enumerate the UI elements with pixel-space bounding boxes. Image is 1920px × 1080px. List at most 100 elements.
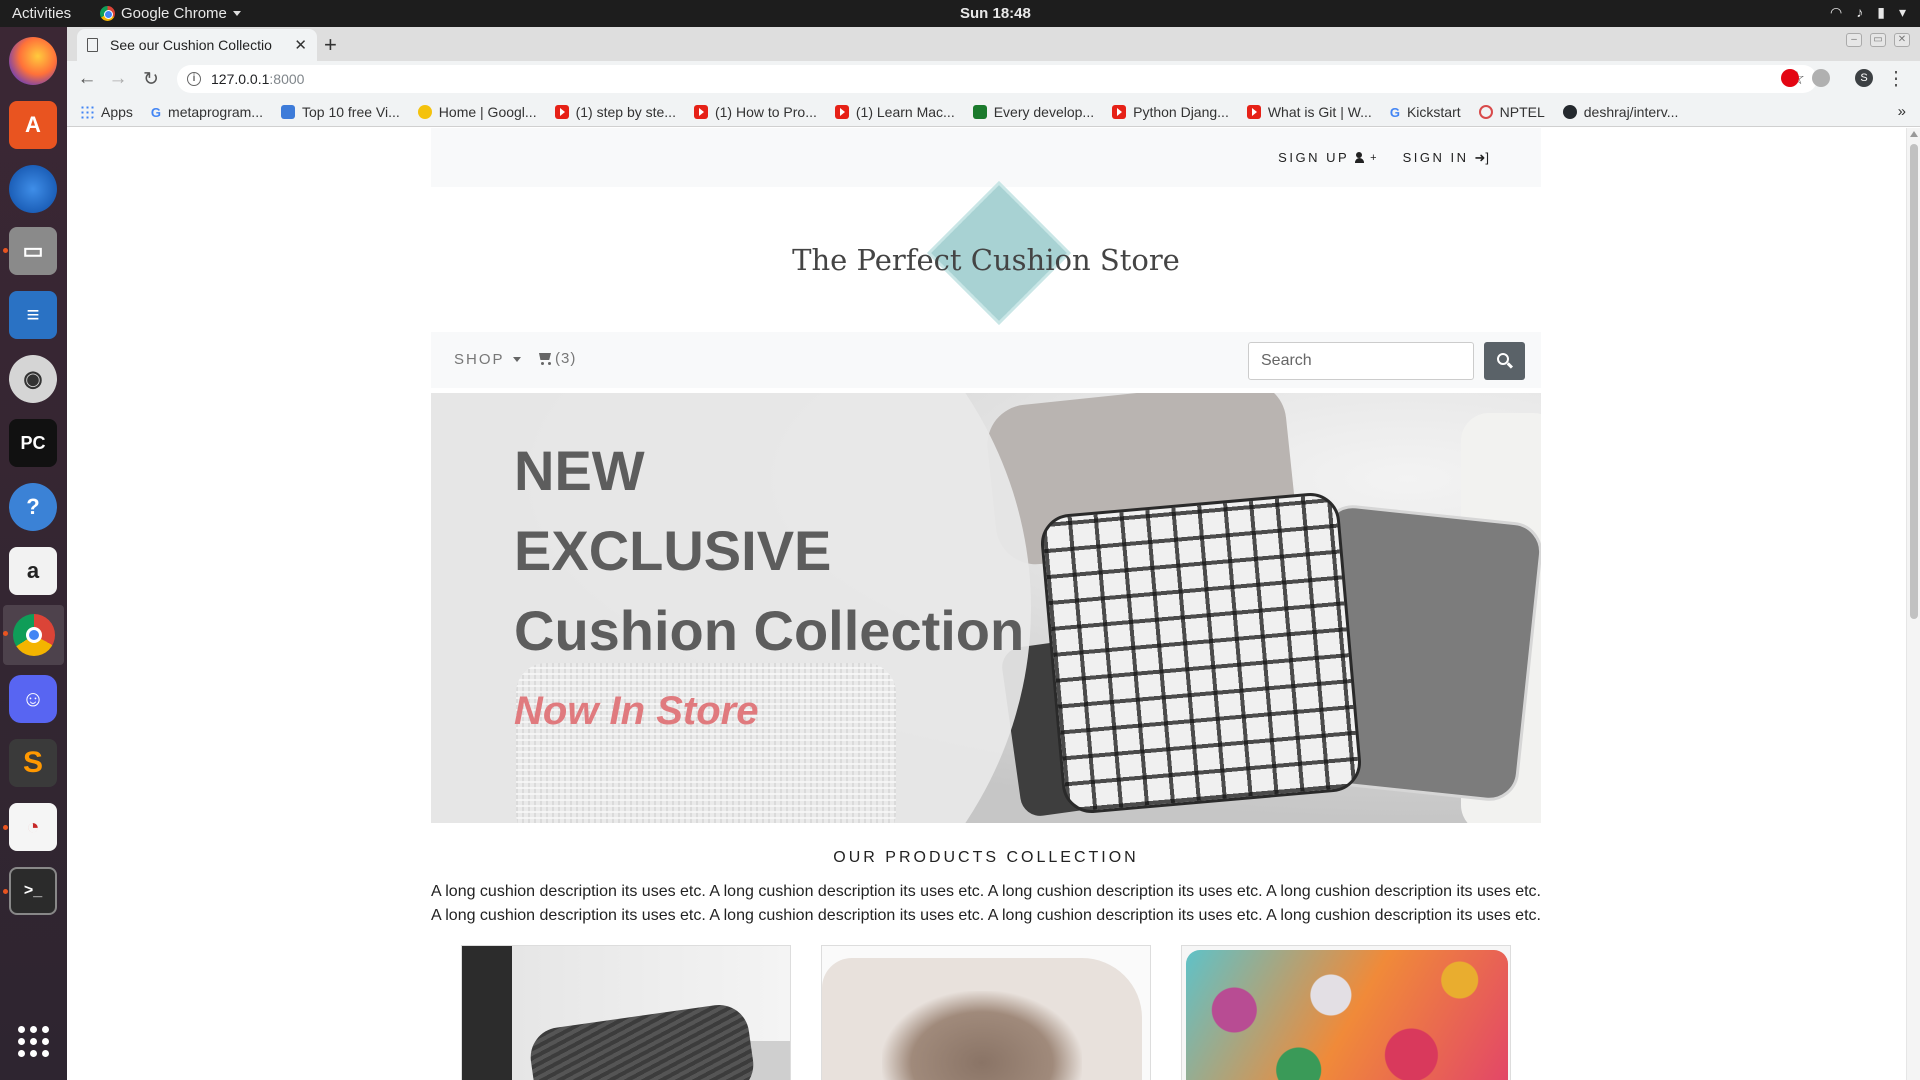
page-scrollbar[interactable]: [1906, 128, 1920, 1080]
store-logo[interactable]: The Perfect Cushion Store: [431, 185, 1541, 332]
profile-avatar[interactable]: S: [1855, 69, 1873, 87]
store-navbar: SHOP (3): [431, 332, 1541, 388]
auth-bar: SIGN UP + SIGN IN ➜]: [431, 128, 1541, 187]
hero-line-now-in-store: Now In Store: [514, 689, 759, 733]
running-indicator: [3, 631, 8, 636]
extension-icon[interactable]: [1812, 69, 1830, 87]
bookmark-item[interactable]: G Kickstart: [1390, 104, 1461, 120]
bookmark-item[interactable]: Gmetaprogram...: [151, 104, 263, 120]
writer-icon[interactable]: ≡: [9, 291, 57, 339]
sign-in-link[interactable]: SIGN IN ➜]: [1403, 150, 1489, 166]
site-icon: [972, 104, 987, 119]
sign-in-icon: ➜]: [1474, 149, 1489, 165]
power-menu-icon: ▾: [1898, 4, 1906, 20]
address-bar[interactable]: i 127.0.0.1:8000 ☆: [177, 65, 1817, 93]
bookmark-label: metaprogram...: [168, 103, 263, 120]
close-window-button[interactable]: ✕: [1894, 33, 1910, 47]
shopping-cart-icon: [537, 352, 553, 365]
ubuntu-software-icon[interactable]: A: [9, 101, 57, 149]
youtube-icon: [1246, 104, 1261, 119]
shop-dropdown[interactable]: SHOP: [454, 351, 521, 368]
close-icon[interactable]: ✕: [294, 36, 307, 54]
nptel-icon: [1478, 104, 1493, 119]
back-arrow-icon[interactable]: ←: [73, 65, 101, 93]
menu-dots-icon[interactable]: ⋮: [1882, 65, 1910, 93]
product-card[interactable]: [1181, 945, 1511, 1080]
app-menu-label: Google Chrome: [121, 5, 227, 22]
cart-link[interactable]: (3): [537, 350, 576, 367]
store-page: SIGN UP + SIGN IN ➜] The Perfect Cushion…: [431, 128, 1541, 1080]
sublime-text-icon[interactable]: S: [9, 739, 57, 787]
chrome-dock-item[interactable]: [3, 605, 64, 665]
new-tab-button[interactable]: +: [324, 32, 337, 58]
maximize-button[interactable]: ▭: [1870, 33, 1886, 47]
tab-title: See our Cushion Collectio: [110, 37, 272, 53]
dock: A ▭ ≡ ◉ PC ? a ☺ S ◔ >_: [0, 27, 67, 1080]
bookmark-item[interactable]: (1) How to Pro...: [693, 104, 817, 120]
sign-up-link[interactable]: SIGN UP +: [1278, 150, 1376, 165]
document-viewer-icon[interactable]: ◔: [9, 803, 57, 851]
thunderbird-icon[interactable]: [9, 165, 57, 213]
bookmark-item[interactable]: NPTEL: [1478, 103, 1545, 120]
youtube-icon: [1112, 104, 1127, 119]
bookmark-label: What is Git | W...: [1267, 103, 1372, 120]
hero-banner[interactable]: NEW EXCLUSIVE Cushion Collection Now In …: [431, 393, 1541, 823]
bookmarks-overflow-button[interactable]: »: [1898, 103, 1906, 120]
bookmark-item[interactable]: Home | Googl...: [417, 104, 537, 120]
search-button[interactable]: [1484, 342, 1525, 380]
product-card[interactable]: [821, 945, 1151, 1080]
search-input[interactable]: [1248, 342, 1474, 380]
system-top-bar: Activities Google Chrome Sun 18:48 ◠ ♪ ▮…: [0, 0, 1920, 27]
bookmark-label: Top 10 free Vi...: [301, 103, 400, 120]
clock[interactable]: Sun 18:48: [960, 5, 1031, 22]
cart-count: (3): [555, 350, 577, 367]
bookmark-item[interactable]: What is Git | W...: [1246, 103, 1372, 120]
bookmark-label: (1) Learn Mac...: [855, 103, 955, 120]
terminal-icon[interactable]: >_: [9, 867, 57, 915]
bookmark-item[interactable]: Python Djang...: [1112, 104, 1229, 120]
rhythmbox-icon[interactable]: ◉: [9, 355, 57, 403]
minimize-button[interactable]: –: [1846, 33, 1862, 47]
browser-toolbar: ← → ↻ i 127.0.0.1:8000 ☆ S ⋮: [67, 61, 1920, 97]
files-icon[interactable]: ▭: [9, 227, 57, 275]
scrollbar-thumb[interactable]: [1910, 144, 1918, 619]
show-applications-button[interactable]: [9, 1017, 57, 1065]
amazon-icon[interactable]: a: [9, 547, 57, 595]
bookmark-item[interactable]: (1) step by ste...: [554, 104, 676, 120]
search-icon: [1496, 353, 1509, 365]
window-controls: – ▭ ✕: [1846, 33, 1910, 47]
browser-tab[interactable]: See our Cushion Collectio ✕: [77, 29, 317, 61]
bookmark-label: NPTEL: [1499, 103, 1545, 120]
shop-label: SHOP: [454, 351, 505, 368]
product-card[interactable]: [461, 945, 791, 1080]
opera-extension-icon[interactable]: [1781, 69, 1799, 87]
discord-icon[interactable]: ☺: [9, 675, 57, 723]
wifi-icon: ◠: [1830, 4, 1843, 20]
pycharm-icon[interactable]: PC: [9, 419, 57, 467]
scroll-up-arrow-icon[interactable]: [1910, 131, 1918, 137]
system-tray[interactable]: ◠ ♪ ▮ ▾: [1830, 4, 1906, 21]
activities-button[interactable]: Activities: [12, 5, 71, 22]
forward-arrow-icon[interactable]: →: [104, 65, 132, 93]
url-port: :8000: [269, 71, 305, 87]
chrome-icon: [100, 6, 115, 21]
running-indicator: [3, 825, 8, 830]
bookmark-item[interactable]: Top 10 free Vi...: [280, 103, 400, 120]
hero-line-new: NEW: [514, 439, 645, 502]
app-menu[interactable]: Google Chrome: [100, 5, 241, 22]
bookmark-item[interactable]: Every develop...: [972, 103, 1095, 120]
bookmark-item[interactable]: (1) Learn Mac...: [834, 103, 955, 120]
apps-grid-icon: [80, 104, 94, 119]
bookmark-apps[interactable]: Apps: [80, 104, 133, 120]
help-icon[interactable]: ?: [9, 483, 57, 531]
youtube-icon: [693, 104, 708, 119]
bookmark-label: Every develop...: [993, 103, 1095, 120]
reload-icon[interactable]: ↻: [137, 65, 165, 93]
info-icon[interactable]: i: [187, 72, 201, 86]
tab-strip: See our Cushion Collectio ✕ + – ▭ ✕: [67, 27, 1920, 61]
hero-line-collection: Cushion Collection: [514, 599, 1025, 662]
firefox-icon[interactable]: [9, 37, 57, 85]
bookmark-item[interactable]: deshraj/interv...: [1562, 103, 1679, 120]
bookmark-label: Python Djang...: [1133, 103, 1229, 120]
bookmark-label: deshraj/interv...: [1583, 103, 1679, 120]
